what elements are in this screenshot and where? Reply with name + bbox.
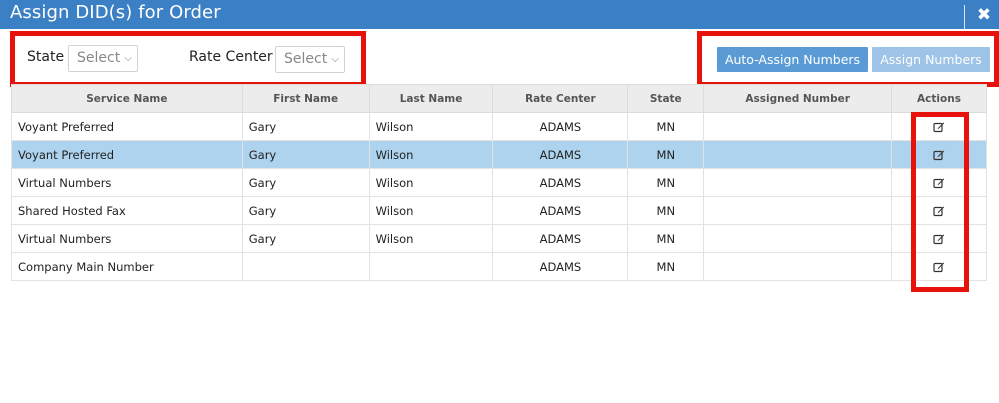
rate-center-label: Rate Center <box>189 49 273 65</box>
table-row[interactable]: Voyant Preferred Gary Wilson ADAMS MN <box>11 112 987 141</box>
rate-center-select-value: Select <box>284 51 328 67</box>
first-name-cell: Gary <box>241 112 370 141</box>
table-row[interactable]: Shared Hosted Fax Gary Wilson ADAMS MN <box>11 196 987 225</box>
did-table: Service Name First Name Last Name Rate C… <box>11 84 987 281</box>
rate-center-select[interactable]: Select ⌵ <box>275 46 345 73</box>
first-name-cell: Gary <box>241 168 370 197</box>
last-name-cell <box>368 252 494 281</box>
column-header: Actions <box>891 84 987 113</box>
assigned-number-cell <box>703 140 893 169</box>
assigned-number-cell <box>703 196 893 225</box>
dialog-titlebar: Assign DID(s) for Order ✖ <box>0 0 999 29</box>
service-name-cell: Shared Hosted Fax <box>11 196 243 225</box>
edit-icon[interactable] <box>933 205 945 217</box>
state-cell: MN <box>627 224 705 253</box>
column-header[interactable]: Service Name <box>11 84 243 113</box>
rate-center-cell: ADAMS <box>492 224 629 253</box>
service-name-cell: Voyant Preferred <box>11 112 243 141</box>
last-name-cell: Wilson <box>368 196 494 225</box>
table-row[interactable]: Virtual Numbers Gary Wilson ADAMS MN <box>11 168 987 197</box>
chevron-down-icon: ⌵ <box>331 54 339 65</box>
rate-center-cell: ADAMS <box>492 112 629 141</box>
table-header-row: Service Name First Name Last Name Rate C… <box>11 84 987 113</box>
rate-center-cell: ADAMS <box>492 168 629 197</box>
last-name-cell: Wilson <box>368 168 494 197</box>
state-label: State <box>27 49 65 65</box>
state-cell: MN <box>627 196 705 225</box>
filter-highlight-box: State Select ⌵ Rate Center Select ⌵ <box>10 31 366 87</box>
actions-cell <box>891 140 987 169</box>
service-name-cell: Virtual Numbers <box>11 168 243 197</box>
table-row[interactable]: Voyant Preferred Gary Wilson ADAMS MN <box>11 140 987 169</box>
state-select[interactable]: Select ⌵ <box>68 45 138 72</box>
rate-center-cell: ADAMS <box>492 196 629 225</box>
table-row[interactable]: Virtual Numbers Gary Wilson ADAMS MN <box>11 224 987 253</box>
assigned-number-cell <box>703 224 893 253</box>
column-header[interactable]: Last Name <box>368 84 494 113</box>
actions-cell <box>891 112 987 141</box>
edit-icon[interactable] <box>933 149 945 161</box>
edit-icon[interactable] <box>933 233 945 245</box>
service-name-cell: Company Main Number <box>11 252 243 281</box>
last-name-cell: Wilson <box>368 140 494 169</box>
table-row[interactable]: Company Main Number ADAMS MN <box>11 252 987 281</box>
edit-icon[interactable] <box>933 177 945 189</box>
buttons-highlight-box: Auto-Assign Numbers Assign Numbers <box>697 31 999 87</box>
service-name-cell: Voyant Preferred <box>11 140 243 169</box>
rate-center-cell: ADAMS <box>492 140 629 169</box>
assigned-number-cell <box>703 252 893 281</box>
assign-numbers-button[interactable]: Assign Numbers <box>872 47 990 72</box>
last-name-cell: Wilson <box>368 112 494 141</box>
service-name-cell: Virtual Numbers <box>11 224 243 253</box>
first-name-cell <box>241 252 370 281</box>
state-cell: MN <box>627 140 705 169</box>
auto-assign-numbers-button[interactable]: Auto-Assign Numbers <box>717 47 868 72</box>
actions-cell <box>891 168 987 197</box>
assigned-number-cell <box>703 168 893 197</box>
dialog-title: Assign DID(s) for Order <box>10 2 221 23</box>
edit-icon[interactable] <box>933 261 945 273</box>
state-cell: MN <box>627 252 705 281</box>
last-name-cell: Wilson <box>368 224 494 253</box>
first-name-cell: Gary <box>241 224 370 253</box>
column-header[interactable]: Rate Center <box>492 84 629 113</box>
state-cell: MN <box>627 112 705 141</box>
first-name-cell: Gary <box>241 196 370 225</box>
actions-cell <box>891 252 987 281</box>
state-select-value: Select <box>77 50 121 66</box>
first-name-cell: Gary <box>241 140 370 169</box>
column-header[interactable]: First Name <box>241 84 370 113</box>
column-header[interactable]: Assigned Number <box>703 84 893 113</box>
edit-icon[interactable] <box>933 121 945 133</box>
rate-center-cell: ADAMS <box>492 252 629 281</box>
titlebar-divider <box>964 5 965 29</box>
close-icon[interactable]: ✖ <box>974 5 994 25</box>
assigned-number-cell <box>703 112 893 141</box>
actions-cell <box>891 224 987 253</box>
column-header[interactable]: State <box>627 84 705 113</box>
chevron-down-icon: ⌵ <box>124 53 132 64</box>
actions-cell <box>891 196 987 225</box>
state-cell: MN <box>627 168 705 197</box>
